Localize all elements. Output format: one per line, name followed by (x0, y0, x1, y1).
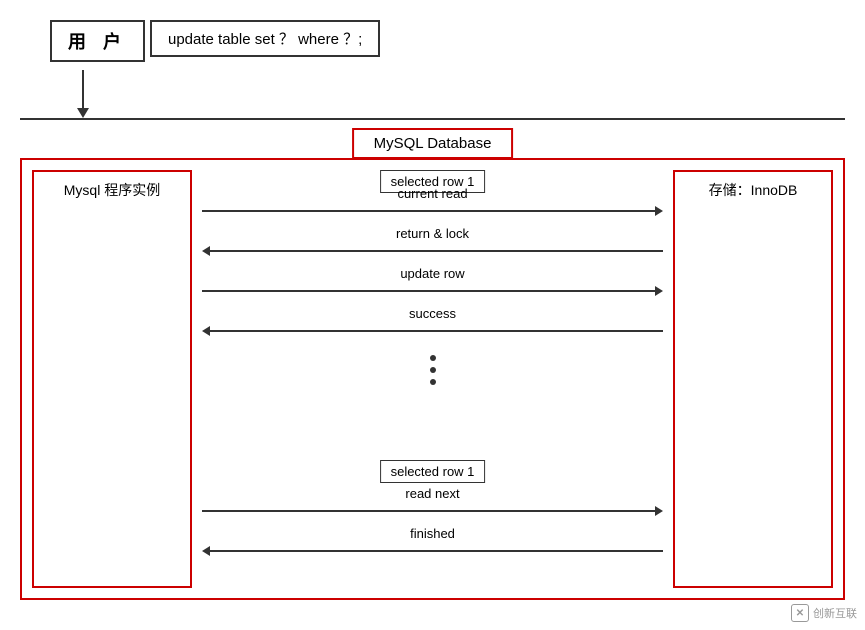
watermark-text: 创新互联 (813, 605, 857, 621)
dot-3 (430, 379, 436, 385)
arrow-return-lock: return & lock (202, 240, 663, 262)
arrow-read-next: read next (202, 500, 663, 522)
label-finished: finished (202, 526, 663, 541)
dot-2 (430, 367, 436, 373)
label-update-row: update row (202, 266, 663, 281)
selected-row-bottom-label: selected row 1 (391, 464, 475, 479)
label-return-lock: return & lock (202, 226, 663, 241)
label-current-read: current read (202, 186, 663, 201)
sql-label: update table set ？ where ？; (168, 31, 362, 48)
arrow-update-row: update row (202, 280, 663, 302)
diagram-container: 用 户 update table set ？ where ？; MySQL Da… (0, 0, 865, 630)
user-box: 用 户 (50, 20, 145, 62)
user-label: 用 户 (68, 32, 127, 52)
h-divider (20, 118, 845, 120)
watermark: ✕ 创新互联 (791, 604, 857, 622)
mysql-box: MySQL Database (352, 128, 514, 159)
watermark-icon: ✕ (791, 604, 809, 622)
right-box-label: 存储：InnoDB (709, 180, 798, 200)
sql-box: update table set ？ where ？; (150, 20, 380, 57)
selected-row-bottom-box: selected row 1 (380, 460, 486, 483)
user-down-arrow (82, 70, 84, 110)
right-component-box: 存储：InnoDB (673, 170, 833, 588)
left-box-label: Mysql 程序实例 (64, 180, 160, 200)
arrow-current-read: current read (202, 200, 663, 222)
dots-area (430, 355, 436, 385)
arrow-finished: finished (202, 540, 663, 562)
center-sequence: selected row 1 current read return & loc… (202, 170, 663, 588)
left-component-box: Mysql 程序实例 (32, 170, 192, 588)
main-outer-box: Mysql 程序实例 存储：InnoDB selected row 1 curr… (20, 158, 845, 600)
dot-1 (430, 355, 436, 361)
label-success: success (202, 306, 663, 321)
arrow-success: success (202, 320, 663, 342)
mysql-label: MySQL Database (374, 135, 492, 152)
label-read-next: read next (202, 486, 663, 501)
